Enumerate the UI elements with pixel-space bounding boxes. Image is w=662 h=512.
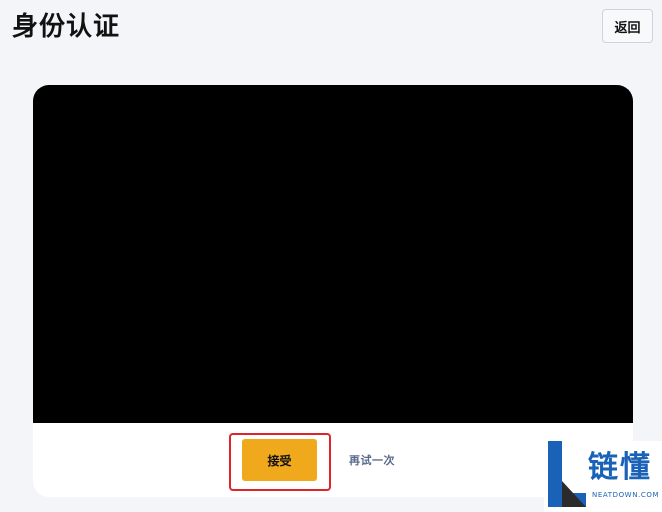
logo-l-icon — [548, 441, 586, 507]
capture-action-bar: 接受 再试一次 — [33, 423, 633, 497]
capture-card: 接受 再试一次 — [33, 85, 633, 497]
watermark-logo: 链懂 NEATDOWN.COM — [544, 441, 662, 512]
accept-button[interactable]: 接受 — [242, 439, 317, 481]
watermark-brand: 链懂 — [588, 450, 652, 485]
retry-button[interactable]: 再试一次 — [349, 452, 395, 468]
camera-preview — [33, 85, 633, 423]
back-button[interactable]: 返回 — [602, 9, 653, 43]
page-title: 身份认证 — [12, 12, 121, 42]
identity-verification-page: 身份认证 返回 接受 再试一次 链懂 NEATDOWN.COM — [0, 0, 662, 512]
watermark-domain: NEATDOWN.COM — [592, 491, 660, 499]
